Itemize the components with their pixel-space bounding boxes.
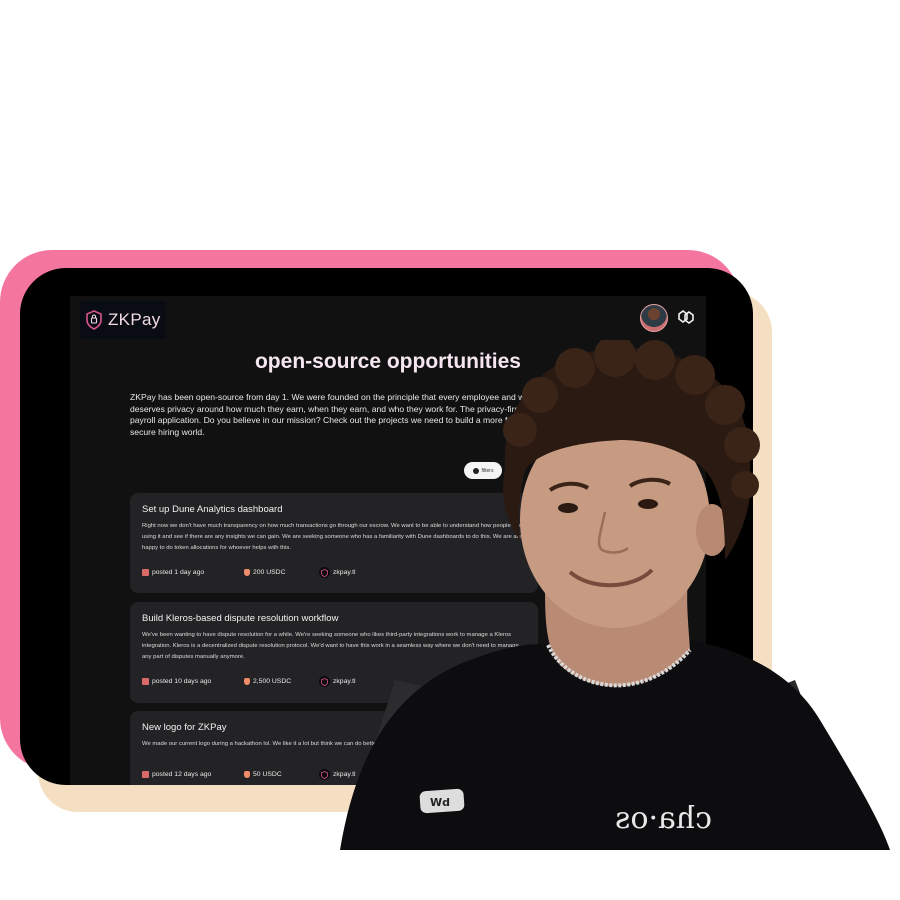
shirt-badge-text: Wd <box>430 796 450 809</box>
card-meta: posted 10 days ago 2,500 USDC zkpay.tl <box>142 676 356 687</box>
network-link-icon[interactable] <box>676 308 696 326</box>
zkpay-org-icon <box>319 676 330 687</box>
reward-amount: 2,500 USDC <box>253 678 292 685</box>
calendar-icon <box>142 569 149 576</box>
money-bag-icon <box>244 771 250 778</box>
shirt-print-text: cha·os <box>615 801 712 836</box>
posted-date: posted 12 days ago <box>152 771 212 778</box>
calendar-icon <box>142 678 149 685</box>
shield-logo-icon <box>86 310 102 330</box>
person-photo: Wd cha·os <box>340 340 890 850</box>
zkpay-org-icon <box>319 567 330 578</box>
posted-date: posted 1 day ago <box>152 569 205 576</box>
user-avatar[interactable] <box>640 304 668 332</box>
money-bag-icon <box>244 569 250 576</box>
posted-date: posted 10 days ago <box>152 678 212 685</box>
zkpay-org-icon <box>319 769 330 780</box>
reward-amount: 200 USDC <box>253 569 286 576</box>
zkpay-logo[interactable]: ZKPay <box>80 301 166 339</box>
card-meta: posted 1 day ago 200 USDC zkpay.tl <box>142 567 356 578</box>
logo-text: ZKPay <box>108 310 161 329</box>
calendar-icon <box>142 771 149 778</box>
money-bag-icon <box>244 678 250 685</box>
card-meta: posted 12 days ago 50 USDC zkpay.tl <box>142 769 356 780</box>
reward-amount: 50 USDC <box>253 771 282 778</box>
